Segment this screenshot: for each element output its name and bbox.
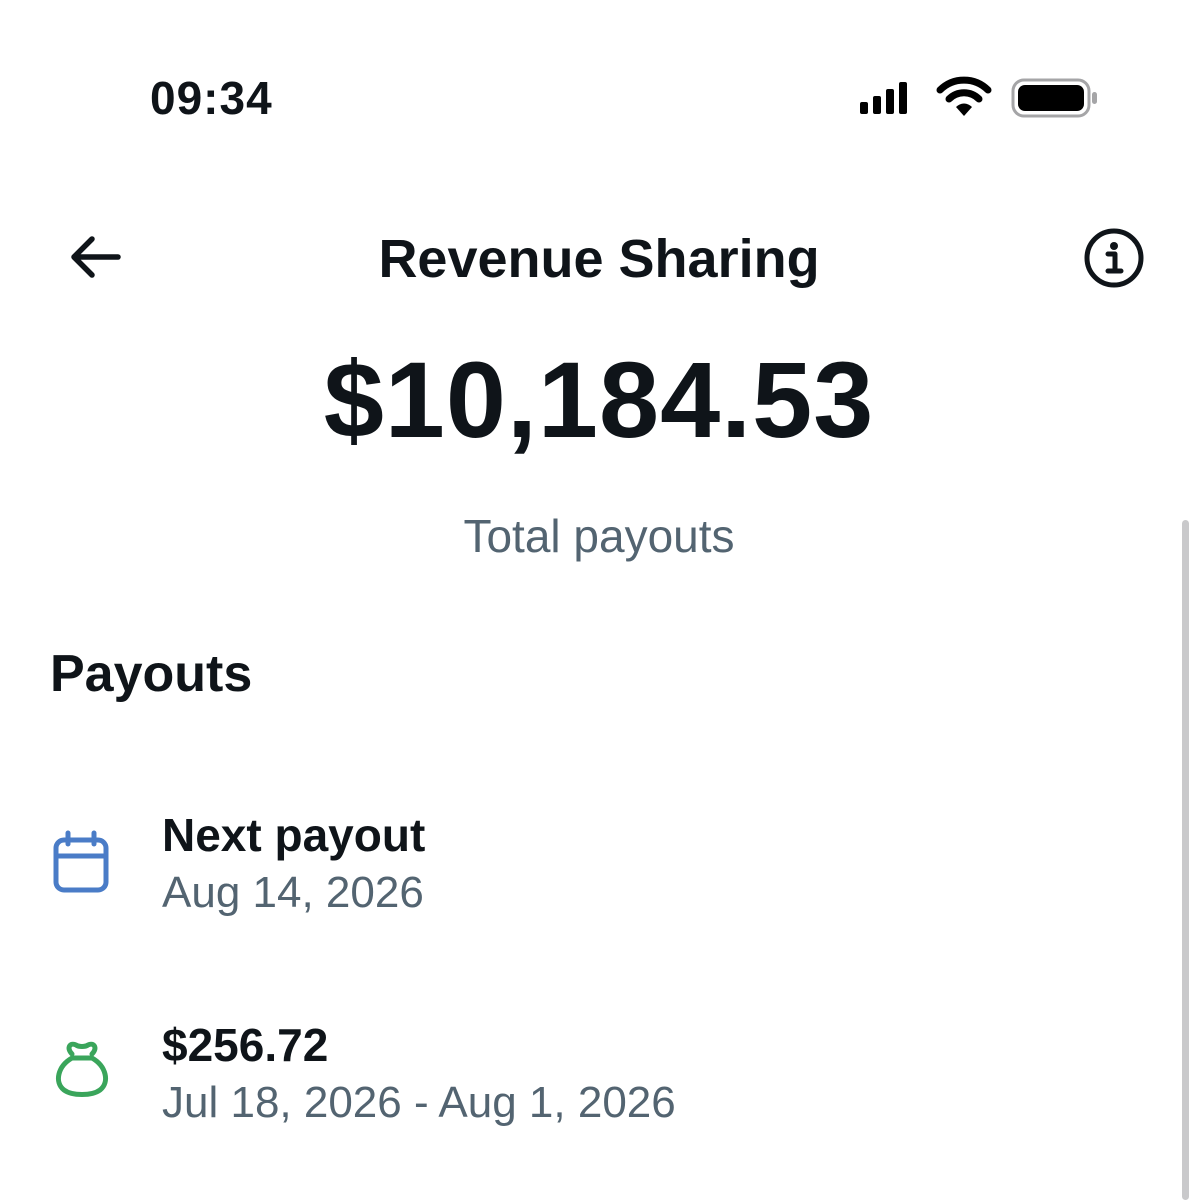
next-payout-row[interactable]: Next payout Aug 14, 2026 <box>0 808 1170 938</box>
payout-amount: $256.72 <box>162 1019 329 1071</box>
info-button[interactable] <box>1082 226 1146 290</box>
payout-period: Jul 18, 2026 - Aug 1, 2026 <box>162 1078 676 1127</box>
battery-icon <box>1011 78 1097 118</box>
next-payout-title: Next payout <box>162 809 426 861</box>
status-time: 09:34 <box>150 72 273 124</box>
info-icon <box>1084 228 1144 288</box>
page-title: Revenue Sharing <box>378 229 820 289</box>
calendar-icon <box>53 830 109 893</box>
payout-history-row[interactable]: $256.72 Jul 18, 2026 - Aug 1, 2026 <box>0 1018 1170 1148</box>
total-payouts-label: Total payouts <box>463 510 735 562</box>
total-payouts-amount: $10,184.53 <box>323 339 875 460</box>
money-bag-icon <box>55 1041 109 1097</box>
wifi-icon <box>936 76 992 116</box>
payouts-heading: Payouts <box>50 645 253 703</box>
scrollbar[interactable] <box>1182 520 1189 1200</box>
signal-icon <box>860 82 907 114</box>
status-icons <box>856 74 1097 120</box>
next-payout-date: Aug 14, 2026 <box>162 868 424 917</box>
